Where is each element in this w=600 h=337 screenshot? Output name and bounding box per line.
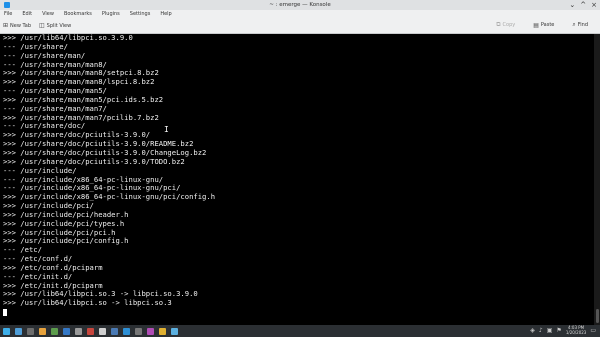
task-7-icon[interactable] <box>87 327 94 335</box>
task-5-icon[interactable] <box>63 327 70 335</box>
clock[interactable]: 4:03 PM 1/20/2023 <box>565 325 587 335</box>
task-14-icon[interactable] <box>171 327 178 335</box>
window-titlebar: ~ : emerge — Konsole ⌄ ^ × <box>0 0 600 10</box>
terminal-line: >>> /usr/include/pci/config.h <box>3 236 129 246</box>
paste-button[interactable]: ▤ Paste <box>533 21 554 29</box>
terminal-line: --- /etc/ <box>3 245 42 255</box>
terminal-line: >>> /usr/lib64/libpci.so.3.9.0 <box>3 33 133 42</box>
terminal-scrollbar[interactable] <box>594 34 600 325</box>
window-title: ~ : emerge — Konsole <box>269 2 331 8</box>
menu-settings[interactable]: Settings <box>130 11 151 17</box>
split-view-icon: ◫ <box>39 22 45 29</box>
scrollbar-thumb[interactable] <box>596 309 599 323</box>
terminal-output[interactable]: >>> /usr/lib64/libpci.so.3.9.0 --- /usr/… <box>0 33 594 325</box>
clock-date: 1/20/2023 <box>565 329 587 335</box>
menu-edit[interactable]: Edit <box>22 11 32 17</box>
app-launcher-icon[interactable] <box>3 327 10 335</box>
network-icon[interactable]: ◈ <box>530 327 535 334</box>
task-9-icon[interactable] <box>111 327 118 335</box>
menu-file[interactable]: File <box>4 11 12 17</box>
toolbar-right-group: ⧉ Copy ▤ Paste ⌕ Find <box>496 21 596 29</box>
task-3-icon[interactable] <box>39 327 46 335</box>
mouse-ibeam-cursor-icon: I <box>164 125 169 134</box>
task-2-icon[interactable] <box>27 327 34 335</box>
find-label: Find <box>577 22 588 28</box>
menu-plugins[interactable]: Plugins <box>102 11 120 17</box>
minimize-icon[interactable]: ⌄ <box>569 1 575 9</box>
volume-icon[interactable]: ♪ <box>539 327 543 334</box>
terminal-line: >>> /etc/conf.d/pciparm <box>3 262 103 272</box>
split-view-button[interactable]: ◫ Split View <box>39 22 71 29</box>
window-controls: ⌄ ^ × <box>569 1 597 9</box>
task-6-icon[interactable] <box>75 327 82 335</box>
toolbar: ⊞ New Tab ◫ Split View ⧉ Copy ▤ Paste ⌕ … <box>0 18 600 34</box>
split-view-label: Split View <box>46 22 72 29</box>
notification-icon[interactable]: ⚑ <box>556 327 561 334</box>
terminal-line: --- /usr/share/ <box>3 41 68 51</box>
search-icon: ⌕ <box>572 21 576 28</box>
taskbar: ◈ ♪ ▣ ⚑ 4:03 PM 1/20/2023 ▭ <box>0 325 600 337</box>
text-cursor <box>3 308 7 316</box>
task-11-icon[interactable] <box>135 327 142 335</box>
new-tab-icon: ⊞ <box>3 22 9 29</box>
konsole-app-icon <box>4 2 10 8</box>
taskbar-apps <box>3 327 183 335</box>
system-tray: ◈ ♪ ▣ ⚑ 4:03 PM 1/20/2023 ▭ <box>530 325 596 335</box>
task-10-icon[interactable] <box>123 327 130 335</box>
menu-bar: File Edit View Bookmarks Plugins Setting… <box>0 10 600 18</box>
new-tab-label: New Tab <box>10 22 31 29</box>
terminal-line: >>> /usr/lib64/libpci.so -> libpci.so.3 <box>3 298 172 308</box>
task-4-icon[interactable] <box>51 327 58 335</box>
close-icon[interactable]: × <box>591 1 597 9</box>
paste-icon: ▤ <box>533 21 539 29</box>
task-13-icon[interactable] <box>159 327 166 335</box>
copy-label: Copy <box>502 22 516 28</box>
show-desktop-icon[interactable]: ▭ <box>590 327 596 334</box>
task-8-icon[interactable] <box>99 327 106 335</box>
copy-icon: ⧉ <box>496 21 501 28</box>
paste-label: Paste <box>540 22 555 28</box>
clipboard-icon[interactable]: ▣ <box>547 327 553 334</box>
maximize-icon[interactable]: ^ <box>580 1 586 9</box>
terminal-cursor-line <box>3 308 594 317</box>
menu-view[interactable]: View <box>42 11 54 17</box>
task-12-icon[interactable] <box>147 327 154 335</box>
new-tab-button[interactable]: ⊞ New Tab <box>3 22 31 29</box>
terminal-line: >>> /usr/share/doc/pciutils-3.9.0/TODO.b… <box>3 156 185 166</box>
copy-button[interactable]: ⧉ Copy <box>496 21 515 29</box>
menu-help[interactable]: Help <box>160 11 171 17</box>
task-1-icon[interactable] <box>15 327 22 335</box>
menu-bookmarks[interactable]: Bookmarks <box>64 11 92 17</box>
terminal-line: >>> /usr/share/man/man7/pcilib.7.bz2 <box>3 112 159 122</box>
find-button[interactable]: ⌕ Find <box>572 21 588 29</box>
